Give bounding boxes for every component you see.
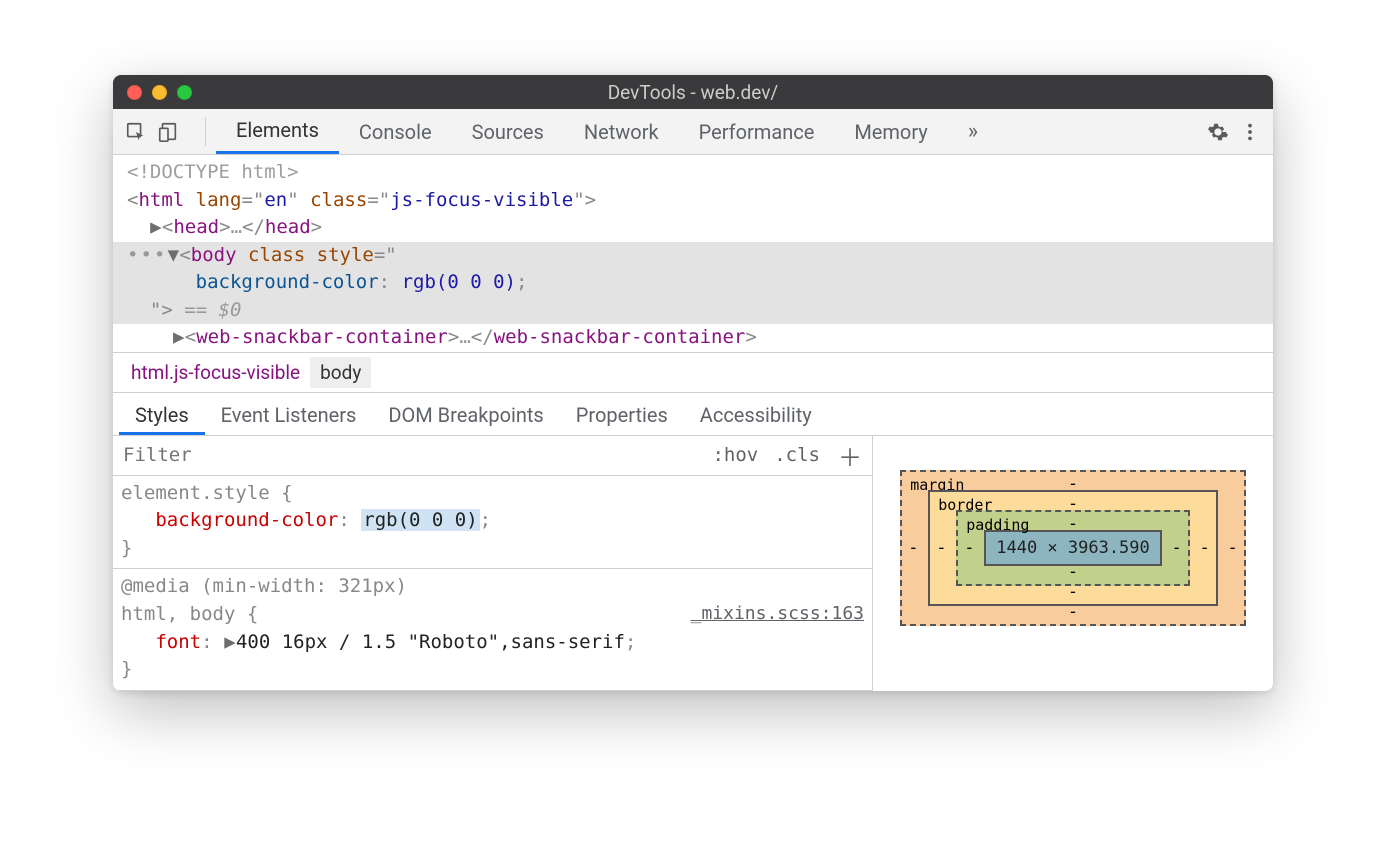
tab-dom-breakpoints[interactable]: DOM Breakpoints [372,393,559,435]
styles-pane: :hov .cls ＋ element.style { background-c… [113,436,1273,691]
cls-toggle[interactable]: .cls [766,444,828,466]
titlebar: DevTools - web.dev/ [113,75,1273,109]
box-model-diagram[interactable]: margin ---- border ---- padding ---- 144… [900,470,1246,626]
expand-shorthand-icon[interactable]: ▶ [224,629,236,657]
toolbar-divider [205,117,206,146]
dom-body-style[interactable]: background-color: rgb(0 0 0); [113,269,1273,297]
styles-filter-row: :hov .cls ＋ [113,436,872,476]
tabs-overflow-button[interactable]: » [948,109,998,154]
box-model-pane: margin ---- border ---- padding ---- 144… [873,436,1273,691]
color-value-highlight[interactable]: rgb(0 0 0) [361,509,479,531]
window-title: DevTools - web.dev/ [113,81,1273,104]
tab-console[interactable]: Console [339,109,452,154]
main-toolbar: Elements Console Sources Network Perform… [113,109,1273,155]
main-tabs: Elements Console Sources Network Perform… [216,109,998,154]
inspect-element-icon[interactable] [123,119,149,145]
styles-filter-input[interactable] [113,444,704,466]
dom-body-open[interactable]: •••▼<body class style=" [113,242,1273,270]
dom-head[interactable]: ▶<head>…</head> [113,214,1273,242]
dom-snackbar[interactable]: ▶<web-snackbar-container>…</web-snackbar… [113,324,1273,352]
dom-html-open[interactable]: <html lang="en" class="js-focus-visible"… [113,187,1273,215]
minimize-window-button[interactable] [152,85,167,100]
hov-toggle[interactable]: :hov [704,444,766,466]
window-controls [127,85,192,100]
breadcrumb-body[interactable]: body [310,357,371,388]
box-model-border[interactable]: border ---- padding ---- 1440 × 3963.590 [928,490,1218,606]
dom-doctype[interactable]: <!DOCTYPE html> [113,159,1273,187]
tab-performance[interactable]: Performance [679,109,835,154]
tab-accessibility[interactable]: Accessibility [684,393,828,435]
rule-element-style[interactable]: element.style { background-color: rgb(0 … [113,476,872,570]
expand-triangle-icon[interactable]: ▶ [150,214,162,242]
style-rules: element.style { background-color: rgb(0 … [113,476,872,691]
expand-triangle-icon[interactable]: ▶ [173,324,185,352]
tab-properties[interactable]: Properties [560,393,684,435]
tab-event-listeners[interactable]: Event Listeners [205,393,373,435]
dom-tree[interactable]: <!DOCTYPE html> <html lang="en" class="j… [113,155,1273,352]
box-model-content[interactable]: 1440 × 3963.590 [984,530,1162,566]
box-model-margin[interactable]: margin ---- border ---- padding ---- 144… [900,470,1246,626]
source-link[interactable]: _mixins.scss:163 [691,601,864,627]
collapse-triangle-icon[interactable]: ▼ [167,242,179,270]
secondary-tabs: Styles Event Listeners DOM Breakpoints P… [113,392,1273,436]
device-toggle-icon[interactable] [155,119,181,145]
rule-media-html-body[interactable]: @media (min-width: 321px) _mixins.scss:1… [113,569,872,690]
dom-breadcrumb: html.js-focus-visible body [113,352,1273,392]
settings-gear-icon[interactable] [1205,119,1231,145]
tab-network[interactable]: Network [564,109,679,154]
close-window-button[interactable] [127,85,142,100]
devtools-window: DevTools - web.dev/ Elements Console Sou… [113,75,1273,691]
new-style-rule-button[interactable]: ＋ [828,438,872,473]
tab-memory[interactable]: Memory [834,109,947,154]
tab-styles[interactable]: Styles [119,393,205,435]
kebab-menu-icon[interactable] [1237,119,1263,145]
box-model-padding[interactable]: padding ---- 1440 × 3963.590 [956,510,1190,586]
tab-sources[interactable]: Sources [452,109,564,154]
dom-body-close-attr[interactable]: "> == $0 [113,297,1273,325]
tab-elements[interactable]: Elements [216,109,339,154]
zoom-window-button[interactable] [177,85,192,100]
breadcrumb-html[interactable]: html.js-focus-visible [121,357,310,388]
